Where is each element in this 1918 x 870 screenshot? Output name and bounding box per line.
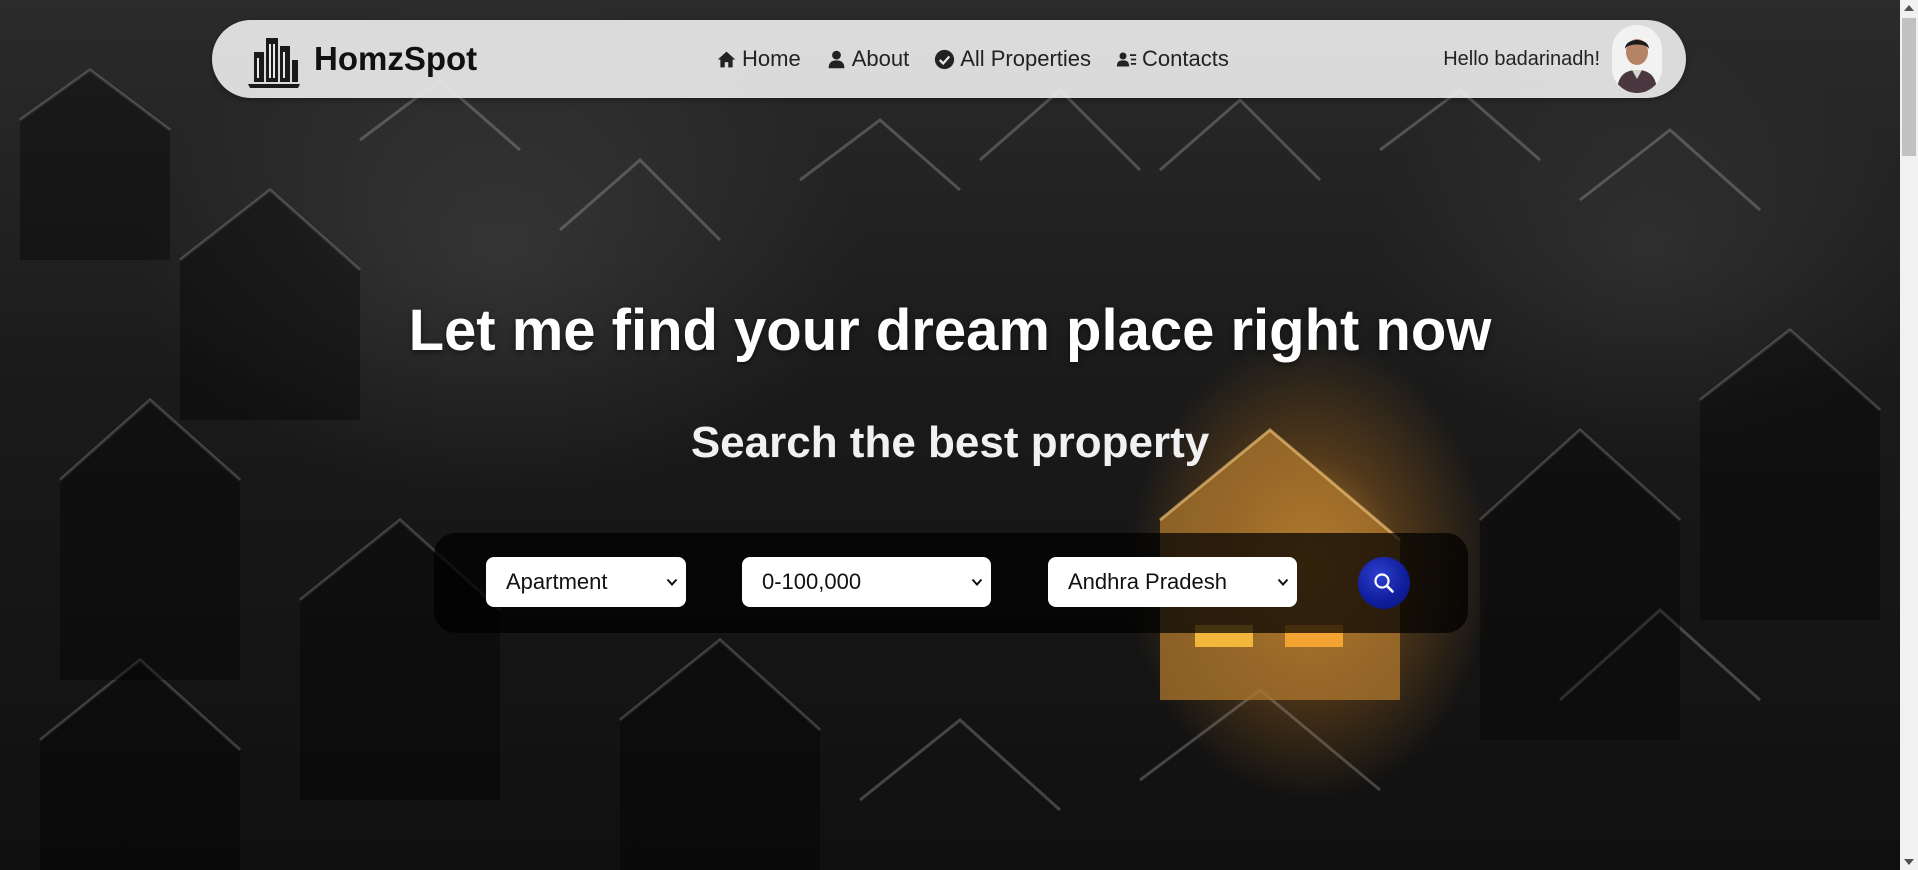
property-type-value: Apartment [506,569,608,594]
nav-item-about[interactable]: About [826,46,910,72]
hero-title: Let me find your dream place right now [408,298,1492,363]
city-buildings-icon [248,38,300,88]
chevron-down-icon [1277,578,1289,586]
nav-item-label: Home [742,46,801,71]
state-select[interactable]: Andhra Pradesh [1048,557,1297,607]
price-range-select[interactable]: 0-100,000 [742,557,991,607]
price-range-value: 0-100,000 [762,569,862,594]
chevron-down-icon [971,578,983,586]
address-card-icon [1116,52,1137,66]
user-area: Hello badarinadh! [1443,25,1662,93]
search-button[interactable] [1358,557,1410,609]
user-avatar[interactable] [1612,25,1662,93]
brand-name: HomzSpot [314,40,478,77]
page: HomzSpot Home About All Properties Conta… [0,0,1900,870]
state-value: Andhra Pradesh [1068,569,1227,594]
nav-item-label: All Properties [960,46,1092,71]
vertical-scrollbar[interactable] [1900,0,1918,870]
nav-item-contacts[interactable]: Contacts [1116,46,1229,72]
hero-subtitle: Search the best property [690,418,1210,467]
user-greeting: Hello badarinadh! [1443,47,1600,70]
nav-item-label: Contacts [1142,46,1229,71]
brand[interactable]: HomzSpot [244,30,477,88]
search-icon [1374,573,1394,593]
nav-item-label: About [851,46,910,71]
home-icon [717,51,736,67]
nav-item-all-properties[interactable]: All Properties [934,46,1091,72]
check-circle-icon [935,49,955,69]
scroll-down-arrow[interactable] [1904,859,1914,865]
nav-links: Home About All Properties Contacts [716,20,1254,98]
scroll-thumb[interactable] [1902,18,1916,156]
scroll-up-arrow[interactable] [1904,5,1914,11]
user-icon [828,50,845,68]
chevron-down-icon [666,578,678,586]
top-navbar: HomzSpot Home About All Properties Conta… [212,20,1686,98]
property-search-panel: Apartment 0-100,000 Andhra Pradesh [434,533,1468,633]
property-type-select[interactable]: Apartment [486,557,686,607]
nav-item-home[interactable]: Home [716,46,801,72]
